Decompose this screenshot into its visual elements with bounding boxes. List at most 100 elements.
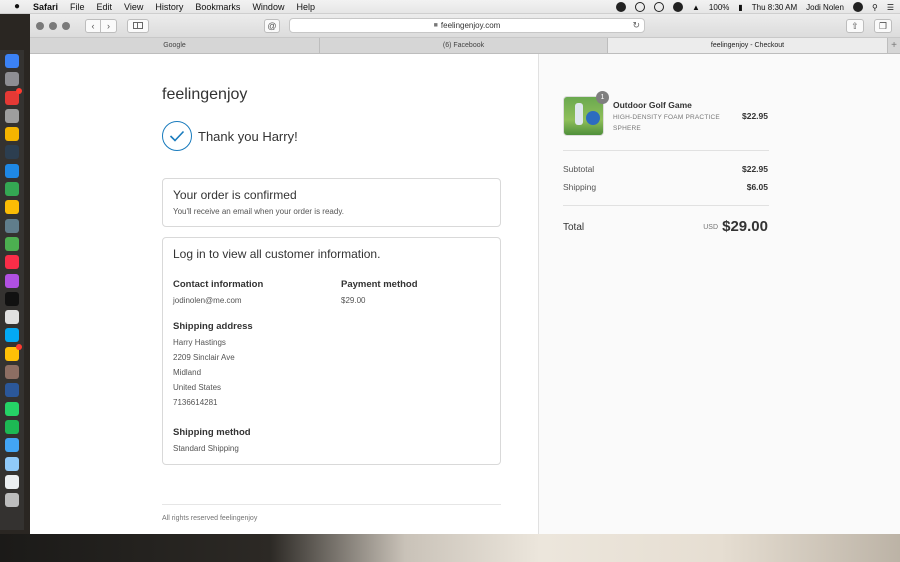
spotlight-icon[interactable]: ⚲ [872,3,878,12]
user-name[interactable]: Jodi Nolen [806,3,844,12]
summary-divider [563,205,769,206]
dock-app-icon[interactable] [5,127,19,142]
back-button[interactable]: ‹ [85,18,101,33]
menu-app-safari[interactable]: Safari [33,2,58,12]
dock-app-icon[interactable] [5,218,19,233]
sidebar-button[interactable] [127,18,149,33]
tab-checkout[interactable]: feelingenjoy - Checkout [608,38,888,53]
dock-app-icon[interactable] [5,273,19,288]
show-tabs-button[interactable]: ❐ [874,19,892,33]
order-summary: 1 Outdoor Golf Game HIGH-DENSITY FOAM PR… [538,54,900,534]
tab-bar: Google (6) Facebook feelingenjoy - Check… [30,38,900,54]
order-confirmed-subtitle: You'll receive an email when your order … [173,207,344,216]
dock-app-icon[interactable] [5,54,19,68]
dock-app-icon[interactable] [5,291,19,306]
apple-icon[interactable]: ● [14,1,25,12]
battery-icon[interactable]: ▮ [738,3,742,12]
footer-divider [162,504,501,505]
minimize-window-button[interactable] [49,21,57,30]
product-variant: HIGH-DENSITY FOAM PRACTICE SPHERE [613,114,720,132]
menu-history[interactable]: History [155,2,183,12]
tab-google[interactable]: Google [30,38,320,53]
login-prompt[interactable]: Log in to view all customer information. [173,247,490,261]
dock-app-icon[interactable] [5,108,19,123]
total-label: Total [563,222,585,233]
address-country: United States [173,383,222,392]
dock-app-icon[interactable] [5,401,19,416]
menu-help[interactable]: Help [296,2,315,12]
subtotal-value: $22.95 [742,164,768,174]
password-button[interactable]: @ [264,19,280,33]
dock-app-icon[interactable] [5,438,19,453]
menu-window[interactable]: Window [252,2,284,12]
thumbnail-person [575,103,583,125]
malwarebytes-icon[interactable] [616,2,626,12]
dock-app-icon[interactable] [5,343,22,361]
share-button[interactable]: ⇧ [846,19,864,33]
total-value: $29.00 [722,218,768,235]
shipping-address: Shipping address Harry Hastings 2209 Sin… [173,321,253,410]
dock-app-icon[interactable] [5,419,19,434]
thank-you-text: Thank you Harry! [198,128,298,144]
dock-app-icon[interactable] [5,493,19,508]
payment-label: Payment method [341,279,418,290]
tabs-icon: ❐ [878,20,888,31]
thank-you-header: Thank you Harry! [162,121,298,151]
total-currency: USD [703,224,718,231]
new-tab-button[interactable]: + [888,38,900,53]
menu-view[interactable]: View [124,2,143,12]
address-bar[interactable]: ■ feelingenjoy.com ↻ [289,18,645,33]
summary-divider [563,150,769,151]
volume-icon[interactable] [673,2,683,12]
lock-icon: ■ [433,22,438,29]
dock-app-icon[interactable] [5,328,19,343]
at-icon: @ [267,21,277,31]
wifi-icon[interactable]: ▲ [692,3,700,12]
dock-app-icon[interactable] [5,87,22,105]
dock-app-icon[interactable] [5,310,19,325]
sync-icon[interactable] [654,2,664,12]
dock-app-icon[interactable] [5,456,19,471]
info-icon[interactable] [635,2,645,12]
shipping-label: Shipping [563,182,597,192]
dock-app-icon[interactable] [5,182,19,197]
footer-text: All rights reserved feelingenjoy [162,515,258,522]
menu-edit[interactable]: Edit [97,2,113,12]
address-city: Midland [173,368,202,377]
history-nav: ‹ › [85,18,117,33]
share-icon: ⇧ [851,20,859,31]
zoom-window-button[interactable] [62,21,70,30]
shipping-method: Shipping method Standard Shipping [173,427,251,453]
dock-app-icon[interactable] [5,145,19,160]
order-confirmed-title: Your order is confirmed [173,188,297,202]
shipping-value: $6.05 [746,182,768,192]
browser-window: ‹ › @ ■ feelingenjoy.com ↻ ⇧ ❐ Google (6… [30,14,900,534]
tab-label: Google [163,42,186,49]
menu-bar-status: ▲ 100% ▮ Thu 8:30 AM Jodi Nolen ⚲ ☰ [607,0,894,14]
notification-center-icon[interactable]: ☰ [887,3,894,12]
dock-app-icon[interactable] [5,200,19,215]
tab-label: (6) Facebook [442,42,485,49]
plus-icon: + [891,40,897,51]
tab-facebook[interactable]: (6) Facebook [320,38,608,53]
clock[interactable]: Thu 8:30 AM [752,3,797,12]
dock-app-icon[interactable] [5,474,19,489]
forward-button[interactable]: › [101,18,117,33]
dock-app-icon[interactable] [5,383,19,398]
menu-file[interactable]: File [70,2,85,12]
dock-app-icon[interactable] [5,365,19,380]
close-window-button[interactable] [36,21,44,30]
dock-app-icon[interactable] [5,255,19,270]
window-controls [36,21,75,30]
dock-app-icon[interactable] [5,236,19,251]
address-lines: Harry Hastings 2209 Sinclair Ave Midland… [173,335,253,410]
thumbnail-net [586,111,600,125]
menu-bookmarks[interactable]: Bookmarks [195,2,240,12]
reload-icon[interactable]: ↻ [632,20,640,31]
dock-app-icon[interactable] [5,72,19,87]
chevron-left-icon: ‹ [91,20,95,31]
battery-percent: 100% [708,2,730,12]
dock-app-icon[interactable] [5,163,19,178]
siri-icon[interactable] [852,2,863,12]
shop-name[interactable]: feelingenjoy [162,86,247,104]
